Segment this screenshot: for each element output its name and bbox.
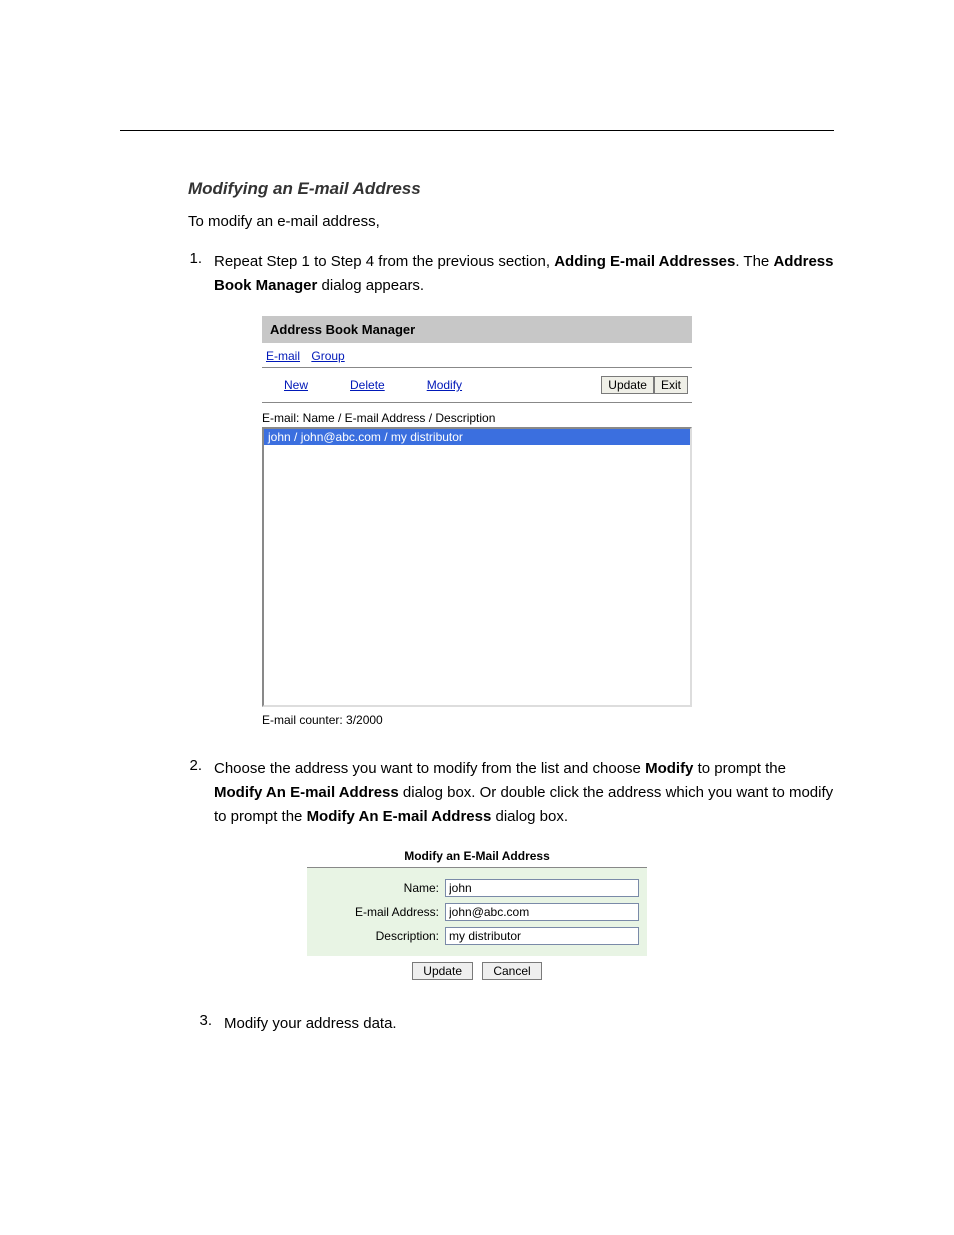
text: . The <box>735 253 773 270</box>
step-body: Choose the address you want to modify fr… <box>214 757 834 829</box>
email-field[interactable] <box>445 903 639 921</box>
dialog-title: Modify an E-Mail Address <box>307 847 647 868</box>
text: Repeat Step 1 to Step 4 from the previou… <box>214 253 554 270</box>
tab-row: E-mail Group <box>262 343 692 368</box>
email-listbox[interactable]: john / john@abc.com / my distributor <box>262 427 692 707</box>
list-item[interactable]: john / john@abc.com / my distributor <box>264 429 690 445</box>
delete-link[interactable]: Delete <box>350 378 385 392</box>
step-number: 2. <box>178 757 214 829</box>
new-link[interactable]: New <box>284 378 308 392</box>
email-counter: E-mail counter: 3/2000 <box>262 713 692 727</box>
text: to prompt the <box>693 760 786 777</box>
name-field[interactable] <box>445 879 639 897</box>
step-number: 1. <box>178 250 214 298</box>
update-button[interactable]: Update <box>412 962 473 980</box>
description-label: Description: <box>315 929 445 943</box>
dialog-title: Address Book Manager <box>262 316 692 343</box>
step-body: Modify your address data. <box>224 1012 834 1036</box>
exit-button[interactable]: Exit <box>654 376 688 394</box>
bold-text: Modify <box>645 760 693 777</box>
name-label: Name: <box>315 881 445 895</box>
update-button[interactable]: Update <box>601 376 654 394</box>
header-rule <box>120 130 834 131</box>
bold-text: Modify An E-mail Address <box>307 808 492 825</box>
email-label: E-mail Address: <box>315 905 445 919</box>
text: Choose the address you want to modify fr… <box>214 760 645 777</box>
step-number: 3. <box>182 1012 224 1036</box>
step-body: Repeat Step 1 to Step 4 from the previou… <box>214 250 834 298</box>
intro-text: To modify an e-mail address, <box>188 213 834 230</box>
text: dialog appears. <box>317 277 424 294</box>
modify-email-dialog: Modify an E-Mail Address Name: E-mail Ad… <box>307 847 647 982</box>
cancel-button[interactable]: Cancel <box>482 962 541 980</box>
text: Modify your address data. <box>224 1015 397 1032</box>
section-title: Modifying an E-mail Address <box>188 179 834 199</box>
address-book-manager-dialog: Address Book Manager E-mail Group New De… <box>262 316 692 727</box>
bold-text: Adding E-mail Addresses <box>554 253 735 270</box>
description-field[interactable] <box>445 927 639 945</box>
modify-link[interactable]: Modify <box>427 378 462 392</box>
tab-group[interactable]: Group <box>311 349 344 363</box>
toolbar: New Delete Modify Update Exit <box>262 368 692 403</box>
text: dialog box. <box>491 808 568 825</box>
tab-email[interactable]: E-mail <box>266 349 300 363</box>
bold-text: Modify An E-mail Address <box>214 784 399 801</box>
list-header: E-mail: Name / E-mail Address / Descript… <box>262 411 692 425</box>
